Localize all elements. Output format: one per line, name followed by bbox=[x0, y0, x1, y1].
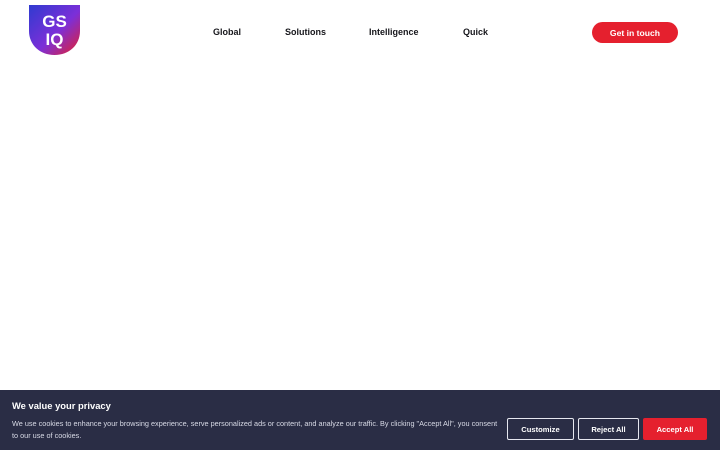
get-in-touch-button[interactable]: Get in touch bbox=[592, 22, 678, 43]
accept-all-button[interactable]: Accept All bbox=[643, 418, 707, 440]
nav-item-intelligence[interactable]: Intelligence bbox=[369, 25, 419, 39]
cookie-banner-title: We value your privacy bbox=[12, 400, 111, 411]
site-header: GS IQ Global Solutions Intelligence Quic… bbox=[0, 0, 720, 64]
page: GS IQ Global Solutions Intelligence Quic… bbox=[0, 0, 720, 450]
cookie-banner: We value your privacy We use cookies to … bbox=[0, 390, 720, 450]
cookie-banner-text: We use cookies to enhance your browsing … bbox=[12, 419, 498, 440]
nav-item-quick[interactable]: Quick bbox=[463, 25, 488, 39]
nav-item-global[interactable]: Global bbox=[213, 25, 241, 39]
reject-all-button[interactable]: Reject All bbox=[578, 418, 639, 440]
nav-item-solutions[interactable]: Solutions bbox=[285, 25, 326, 39]
customize-button[interactable]: Customize bbox=[507, 418, 574, 440]
